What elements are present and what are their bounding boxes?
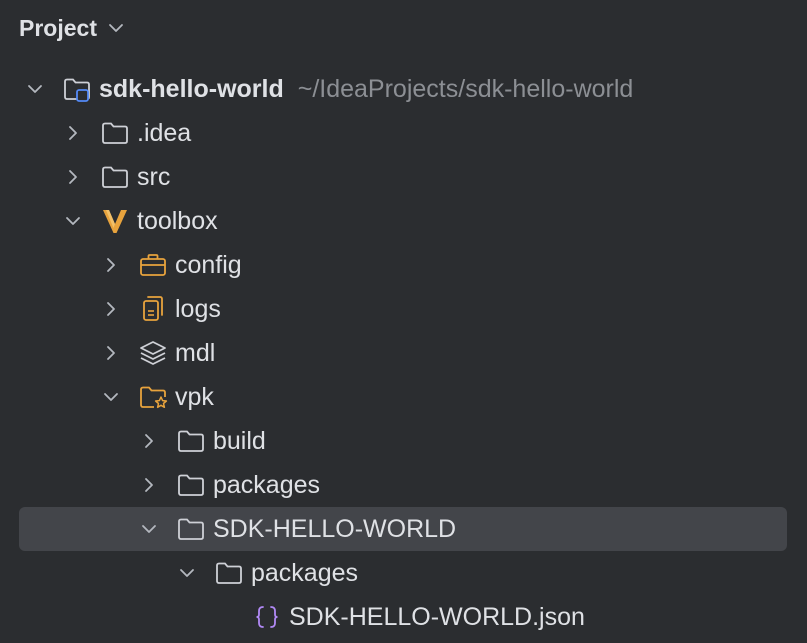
tree-item-idea[interactable]: .idea xyxy=(0,111,807,155)
tree-item-label: vpk xyxy=(175,382,214,411)
module-folder-icon xyxy=(62,74,92,104)
project-title: Project xyxy=(19,14,97,41)
chevron-down-icon[interactable] xyxy=(107,19,125,37)
tree-item-label: packages xyxy=(213,470,321,499)
chevron-down-icon[interactable] xyxy=(24,78,46,100)
tree-item-src[interactable]: src xyxy=(0,155,807,199)
tree-item-toolbox[interactable]: toolbox xyxy=(0,199,807,243)
chevron-right-icon[interactable] xyxy=(62,122,84,144)
tree-item-label: SDK-HELLO-WORLD xyxy=(213,514,457,543)
folder-icon xyxy=(214,558,244,588)
layers-icon xyxy=(138,338,168,368)
project-panel: Project sdk-hello-world ~/IdeaProjects/s… xyxy=(0,0,807,643)
tree-item-vpk[interactable]: vpk xyxy=(0,375,807,419)
chevron-down-icon[interactable] xyxy=(176,562,198,584)
tree-item-label: toolbox xyxy=(137,206,218,235)
tree-item-sdk-hello-world-folder[interactable]: SDK-HELLO-WORLD xyxy=(0,507,807,551)
tree-item-label: build xyxy=(213,426,266,455)
tree-item-build[interactable]: build xyxy=(0,419,807,463)
project-tree: sdk-hello-world ~/IdeaProjects/sdk-hello… xyxy=(0,67,807,639)
documents-icon xyxy=(138,294,168,324)
project-path: ~/IdeaProjects/sdk-hello-world xyxy=(297,74,634,103)
tree-item-json-file[interactable]: SDK-HELLO-WORLD.json xyxy=(0,595,807,639)
tree-item-config[interactable]: config xyxy=(0,243,807,287)
star-folder-icon xyxy=(138,382,168,412)
tree-item-label: logs xyxy=(175,294,221,323)
tree-item-label: packages xyxy=(251,558,359,587)
chevron-right-icon[interactable] xyxy=(100,254,122,276)
chevron-right-icon[interactable] xyxy=(100,342,122,364)
tree-item-sdk-hello-world[interactable]: sdk-hello-world ~/IdeaProjects/sdk-hello… xyxy=(0,67,807,111)
tree-item-mdl[interactable]: mdl xyxy=(0,331,807,375)
chevron-down-icon[interactable] xyxy=(138,518,160,540)
tree-item-label: .idea xyxy=(137,118,192,147)
folder-icon xyxy=(176,470,206,500)
briefcase-icon xyxy=(138,250,168,280)
tree-item-label: mdl xyxy=(175,338,216,367)
chevron-down-icon[interactable] xyxy=(62,210,84,232)
folder-icon xyxy=(176,426,206,456)
tree-item-label: config xyxy=(175,250,242,279)
tree-item-label: SDK-HELLO-WORLD.json xyxy=(289,602,585,631)
folder-icon xyxy=(100,162,130,192)
tree-item-label: sdk-hello-world xyxy=(99,74,284,103)
folder-icon xyxy=(100,118,130,148)
chevron-right-icon[interactable] xyxy=(100,298,122,320)
json-file-icon xyxy=(252,602,282,632)
project-header[interactable]: Project xyxy=(19,10,125,46)
chevron-right-icon[interactable] xyxy=(138,474,160,496)
tree-item-label: src xyxy=(137,162,171,191)
chevron-right-icon[interactable] xyxy=(138,430,160,452)
tree-item-logs[interactable]: logs xyxy=(0,287,807,331)
folder-icon xyxy=(176,514,206,544)
tree-item-packages[interactable]: packages xyxy=(0,463,807,507)
vault-logo-icon xyxy=(100,206,130,236)
chevron-right-icon[interactable] xyxy=(62,166,84,188)
chevron-down-icon[interactable] xyxy=(100,386,122,408)
tree-item-sub-packages[interactable]: packages xyxy=(0,551,807,595)
